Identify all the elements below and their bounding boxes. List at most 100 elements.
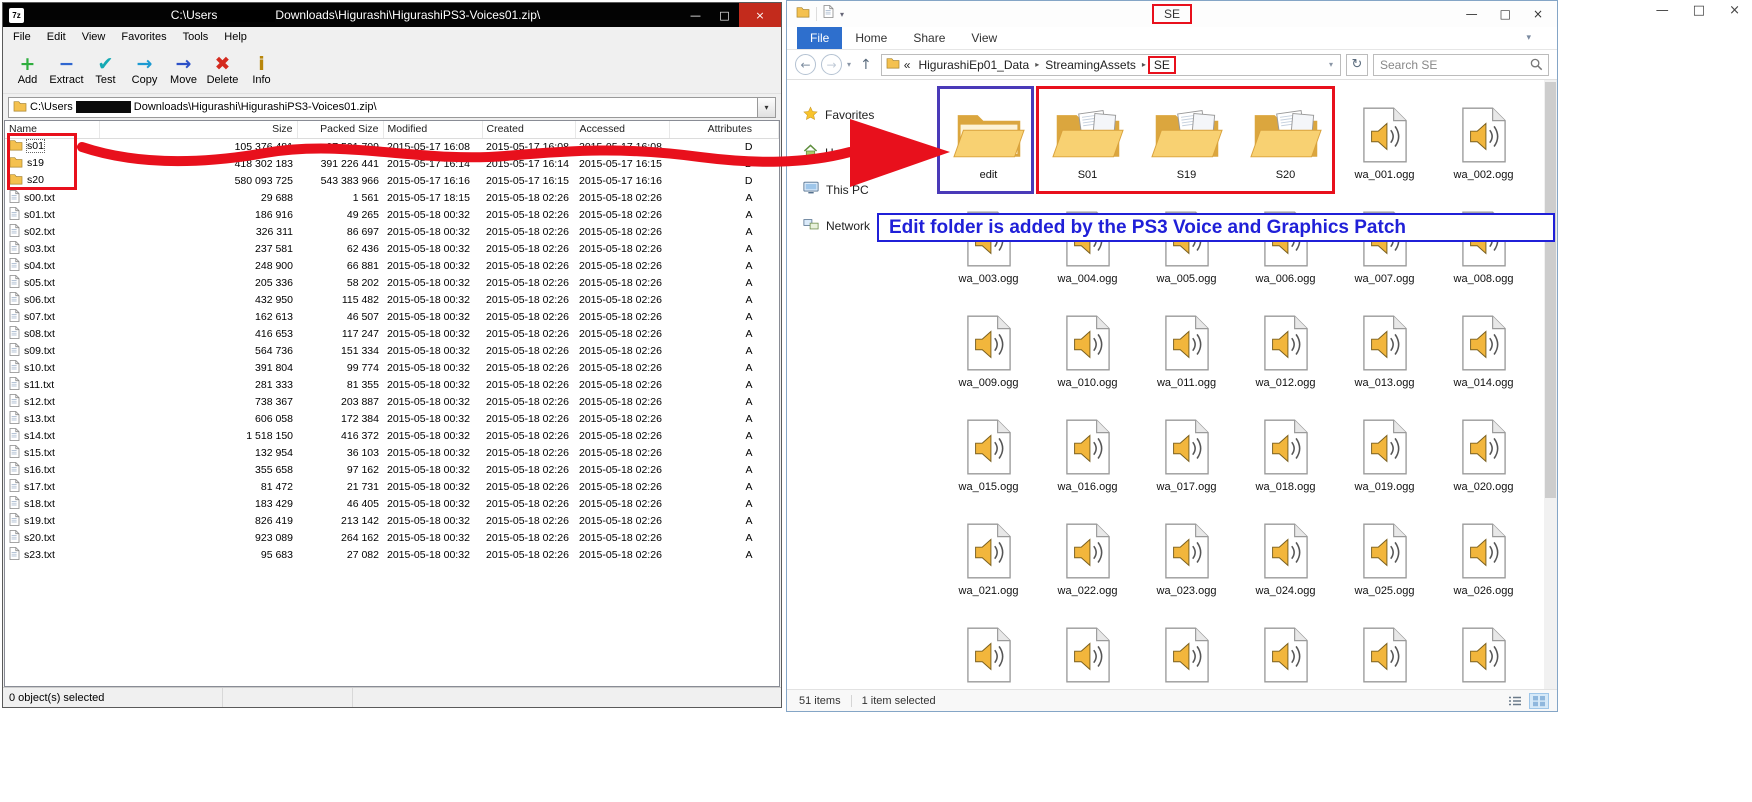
toolbar-delete-button[interactable]: ✖Delete [204, 54, 241, 86]
up-button[interactable]: ↑ [856, 57, 876, 73]
menu-item-edit[interactable]: Edit [39, 28, 74, 46]
file-tile[interactable]: wa_022.ogg [1038, 504, 1137, 608]
details-view-icon[interactable] [1505, 693, 1525, 709]
quick-access-chevron-icon[interactable]: ▾ [840, 10, 844, 19]
file-tile[interactable] [939, 608, 1038, 689]
sidebar-item-homegroup[interactable]: Homegroup [787, 134, 939, 171]
column-header-size[interactable]: Size [99, 121, 297, 138]
scrollbar[interactable] [1544, 80, 1557, 689]
sidebar-item-network[interactable]: Network [787, 208, 939, 244]
file-tile[interactable]: wa_021.ogg [939, 504, 1038, 608]
table-row[interactable]: s13.txt606 058172 3842015-05-18 00:32201… [5, 410, 779, 427]
thumbnail-view-icon[interactable] [1529, 693, 1549, 709]
back-button[interactable]: ← [795, 54, 816, 75]
menu-item-help[interactable]: Help [216, 28, 255, 46]
file-tile[interactable] [1236, 608, 1335, 689]
folder-tile[interactable]: edit [939, 88, 1038, 192]
sevenzip-close-button[interactable]: × [739, 3, 781, 27]
file-tile[interactable]: wa_007.ogg [1335, 192, 1434, 296]
table-row[interactable]: s01105 376 48197 591 7092015-05-17 16:08… [5, 138, 779, 155]
table-row[interactable]: s07.txt162 61346 5072015-05-18 00:322015… [5, 308, 779, 325]
explorer-maximize-button[interactable]: □ [1500, 7, 1511, 21]
sevenzip-maximize-button[interactable]: □ [710, 3, 739, 27]
toolbar-move-button[interactable]: →Move [165, 54, 202, 86]
table-row[interactable]: s09.txt564 736151 3342015-05-18 00:32201… [5, 342, 779, 359]
sevenzip-minimize-button[interactable]: — [681, 3, 710, 27]
file-tile[interactable]: wa_013.ogg [1335, 296, 1434, 400]
table-row[interactable]: s06.txt432 950115 4822015-05-18 00:32201… [5, 291, 779, 308]
breadcrumb-overflow[interactable]: « [902, 58, 913, 72]
table-row[interactable]: s12.txt738 367203 8872015-05-18 00:32201… [5, 393, 779, 410]
bg-close-button[interactable]: × [1729, 3, 1740, 18]
folder-tile[interactable]: S20 [1236, 88, 1335, 192]
table-row[interactable]: s15.txt132 95436 1032015-05-18 00:322015… [5, 444, 779, 461]
column-header-created[interactable]: Created [482, 121, 575, 138]
file-tile[interactable] [1434, 608, 1533, 689]
ribbon-tab-home[interactable]: Home [842, 27, 900, 49]
column-header-modified[interactable]: Modified [383, 121, 482, 138]
file-tile[interactable]: wa_001.ogg [1335, 88, 1434, 192]
address-breadcrumb-bar[interactable]: « HigurashiEp01_Data▸StreamingAssets▸SE … [881, 54, 1341, 76]
table-row[interactable]: s11.txt281 33381 3552015-05-18 00:322015… [5, 376, 779, 393]
table-row[interactable]: s19.txt826 419213 1422015-05-18 00:32201… [5, 512, 779, 529]
file-tile[interactable]: wa_014.ogg [1434, 296, 1533, 400]
file-tile[interactable]: wa_015.ogg [939, 400, 1038, 504]
file-tile[interactable]: wa_005.ogg [1137, 192, 1236, 296]
file-tile[interactable] [1038, 608, 1137, 689]
address-dropdown-icon[interactable]: ▾ [1329, 60, 1336, 69]
table-row[interactable]: s20.txt923 089264 1622015-05-18 00:32201… [5, 529, 779, 546]
table-row[interactable]: s05.txt205 33658 2022015-05-18 00:322015… [5, 274, 779, 291]
table-row[interactable]: s19418 302 183391 226 4412015-05-17 16:1… [5, 155, 779, 172]
refresh-button[interactable]: ↻ [1346, 54, 1368, 76]
toolbar-add-button[interactable]: +Add [9, 54, 46, 86]
sidebar-item-this-pc[interactable]: This PC [787, 171, 939, 208]
breadcrumb-item-higurashiep01_data[interactable]: HigurashiEp01_Data [914, 57, 1033, 73]
toolbar-info-button[interactable]: iInfo [243, 54, 280, 86]
column-header-attributes[interactable]: Attributes [669, 121, 779, 138]
file-tile[interactable] [1335, 608, 1434, 689]
file-tile[interactable]: wa_004.ogg [1038, 192, 1137, 296]
file-tile[interactable]: wa_002.ogg [1434, 88, 1533, 192]
toolbar-copy-button[interactable]: →Copy [126, 54, 163, 86]
address-bar[interactable]: C:\UsersDownloads\Higurashi\HigurashiPS3… [8, 97, 758, 118]
menu-item-view[interactable]: View [74, 28, 114, 46]
table-row[interactable]: s20580 093 725543 383 9662015-05-17 16:1… [5, 172, 779, 189]
column-header-accessed[interactable]: Accessed [575, 121, 669, 138]
table-row[interactable]: s02.txt326 31186 6972015-05-18 00:322015… [5, 223, 779, 240]
bg-maximize-button[interactable]: □ [1693, 3, 1705, 18]
file-tile[interactable]: wa_024.ogg [1236, 504, 1335, 608]
explorer-close-button[interactable]: × [1533, 7, 1543, 21]
address-dropdown-button[interactable]: ▾ [758, 97, 776, 118]
column-header-packed-size[interactable]: Packed Size [297, 121, 383, 138]
search-input[interactable] [1374, 58, 1528, 72]
toolbar-test-button[interactable]: ✔Test [87, 54, 124, 86]
file-tile[interactable]: wa_017.ogg [1137, 400, 1236, 504]
menu-item-file[interactable]: File [5, 28, 39, 46]
ribbon-tab-share[interactable]: Share [900, 27, 958, 49]
table-row[interactable]: s23.txt95 68327 0822015-05-18 00:322015-… [5, 546, 779, 563]
menu-item-tools[interactable]: Tools [175, 28, 217, 46]
breadcrumb-item-streamingassets[interactable]: StreamingAssets [1041, 57, 1140, 73]
search-icon[interactable] [1528, 58, 1548, 71]
column-header-name[interactable]: Name [5, 121, 99, 138]
file-tile[interactable] [1137, 608, 1236, 689]
table-row[interactable]: s16.txt355 65897 1622015-05-18 00:322015… [5, 461, 779, 478]
table-row[interactable]: s14.txt1 518 150416 3722015-05-18 00:322… [5, 427, 779, 444]
sidebar-item-favorites[interactable]: Favorites [787, 96, 939, 134]
file-tile[interactable]: wa_023.ogg [1137, 504, 1236, 608]
breadcrumb-item-se[interactable]: SE [1148, 56, 1176, 74]
toolbar-extract-button[interactable]: −Extract [48, 54, 85, 86]
forward-button[interactable]: → [821, 54, 842, 75]
bg-minimize-button[interactable]: — [1656, 3, 1669, 18]
file-tile[interactable]: wa_016.ogg [1038, 400, 1137, 504]
table-row[interactable]: s00.txt29 6881 5612015-05-17 18:152015-0… [5, 189, 779, 206]
file-tile[interactable]: wa_008.ogg [1434, 192, 1533, 296]
folder-tile[interactable]: S19 [1137, 88, 1236, 192]
file-tile[interactable]: wa_006.ogg [1236, 192, 1335, 296]
ribbon-tab-file[interactable]: File [797, 27, 842, 49]
folder-tile[interactable]: S01 [1038, 88, 1137, 192]
table-row[interactable]: s08.txt416 653117 2472015-05-18 00:32201… [5, 325, 779, 342]
table-row[interactable]: s18.txt183 42946 4052015-05-18 00:322015… [5, 495, 779, 512]
file-tile[interactable]: wa_010.ogg [1038, 296, 1137, 400]
ribbon-tab-view[interactable]: View [958, 27, 1010, 49]
